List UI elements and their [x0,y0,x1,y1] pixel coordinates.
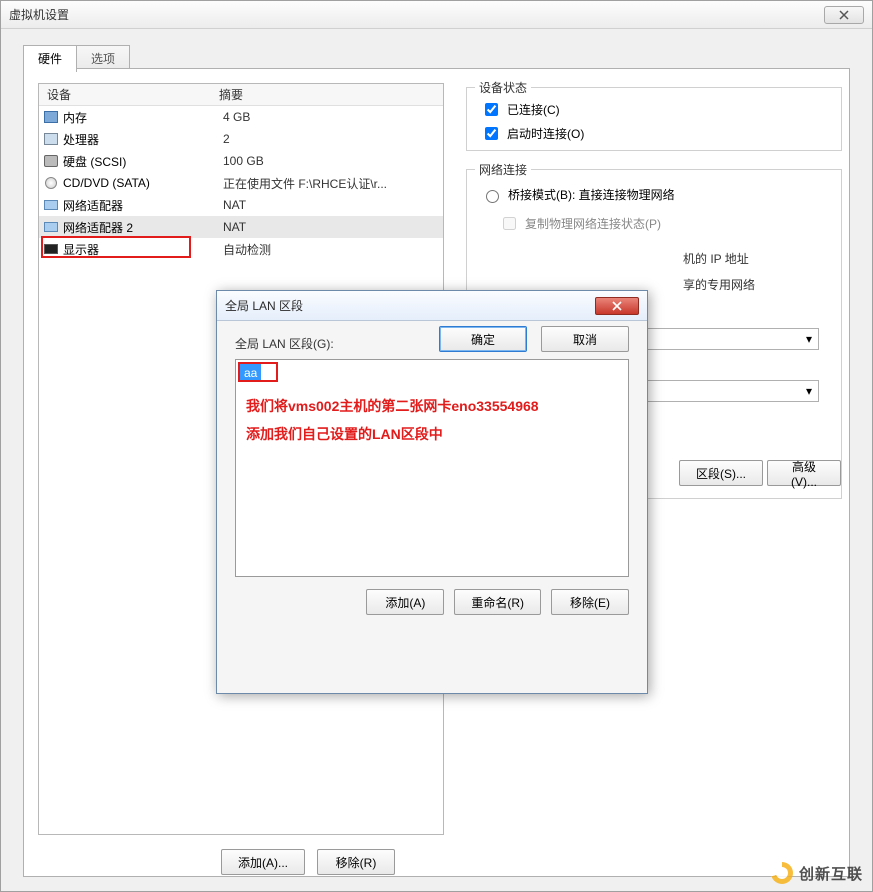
device-summary: NAT [215,220,443,234]
device-label: 网络适配器 2 [63,219,215,236]
device-label: 网络适配器 [63,197,215,214]
group-device-state: 设备状态 已连接(C) 启动时连接(O) [466,87,842,151]
col-device[interactable]: 设备 [39,86,211,103]
advanced-button[interactable]: 高级(V)... [767,460,841,486]
chevron-down-icon: ▾ [806,332,812,346]
checkbox-label: 已连接(C) [507,101,560,118]
device-row-cpu[interactable]: 处理器 2 [39,128,443,150]
checkbox-label: 启动时连接(O) [507,125,584,142]
memory-icon [43,109,59,125]
annotation-text-1: 我们将vms002主机的第二张网卡eno33554968 [246,394,539,419]
add-device-button[interactable]: 添加(A)... [221,849,305,875]
cpu-icon [43,131,59,147]
device-add-remove-row: 添加(A)... 移除(R) [221,849,395,875]
device-row-net1[interactable]: 网络适配器 NAT [39,194,443,216]
network-icon [43,197,59,213]
ok-button[interactable]: 确定 [439,326,527,352]
device-summary: 自动检测 [215,241,443,258]
watermark-logo-icon [771,862,793,884]
dialog-list-actions: 添加(A) 重命名(R) 移除(E) [366,589,629,615]
lan-segment-listbox[interactable]: aa 我们将vms002主机的第二张网卡eno33554968 添加我们自己设置… [235,359,629,577]
radio-label: 桥接模式(B): 直接连接物理网络 [508,186,675,203]
cancel-button[interactable]: 取消 [541,326,629,352]
display-icon [43,241,59,257]
device-label: 硬盘 (SCSI) [63,153,215,170]
dialog-title: 全局 LAN 区段 [225,297,595,314]
checkbox-replicate-input [503,217,516,230]
device-label: CD/DVD (SATA) [63,176,215,190]
device-summary: NAT [215,198,443,212]
radio-bridged-input[interactable] [486,190,499,203]
partial-text-private: 享的专用网络 [683,276,755,293]
legend-network: 网络连接 [475,161,531,178]
device-label: 显示器 [63,241,215,258]
list-item[interactable]: aa [240,364,261,382]
partial-text-ip: 机的 IP 地址 [683,250,749,267]
device-row-cd[interactable]: CD/DVD (SATA) 正在使用文件 F:\RHCE认证\r... [39,172,443,194]
device-label: 内存 [63,109,215,126]
window-close-button[interactable] [824,6,864,24]
radio-bridged[interactable]: 桥接模式(B): 直接连接物理网络 [481,186,675,203]
device-row-memory[interactable]: 内存 4 GB [39,106,443,128]
watermark-text: 创新互联 [799,863,863,884]
device-summary: 2 [215,132,443,146]
watermark: 创新互联 [771,862,863,884]
remove-segment-button[interactable]: 移除(E) [551,589,629,615]
dialog-body: 全局 LAN 区段(G): aa 我们将vms002主机的第二张网卡eno335… [217,321,647,366]
rename-segment-button[interactable]: 重命名(R) [454,589,541,615]
disk-icon [43,153,59,169]
tab-hardware[interactable]: 硬件 [23,45,77,72]
legend-state: 设备状态 [475,79,531,96]
checkbox-connect-poweron[interactable]: 启动时连接(O) [481,124,584,143]
dialog-titlebar: 全局 LAN 区段 [217,291,647,321]
checkbox-connected[interactable]: 已连接(C) [481,100,560,119]
device-row-disk[interactable]: 硬盘 (SCSI) 100 GB [39,150,443,172]
device-summary: 4 GB [215,110,443,124]
checkbox-connect-poweron-input[interactable] [485,127,498,140]
titlebar: 虚拟机设置 [1,1,872,29]
col-summary[interactable]: 摘要 [211,86,443,103]
remove-device-button[interactable]: 移除(R) [317,849,395,875]
lan-segments-button[interactable]: 区段(S)... [679,460,763,486]
close-icon [612,301,622,311]
device-summary: 正在使用文件 F:\RHCE认证\r... [215,175,443,192]
device-list-header: 设备 摘要 [39,84,443,106]
checkbox-label: 复制物理网络连接状态(P) [525,215,661,232]
lan-segments-dialog: 全局 LAN 区段 全局 LAN 区段(G): aa 我们将vms002主机的第… [216,290,648,694]
cd-icon [43,175,59,191]
checkbox-replicate-state[interactable]: 复制物理网络连接状态(P) [499,214,661,233]
chevron-down-icon: ▾ [806,384,812,398]
dialog-close-button[interactable] [595,297,639,315]
device-label: 处理器 [63,131,215,148]
device-row-net2[interactable]: 网络适配器 2 NAT [39,216,443,238]
dialog-ok-cancel: 确定 取消 [439,326,629,352]
device-row-display[interactable]: 显示器 自动检测 [39,238,443,260]
close-icon [839,10,849,20]
device-summary: 100 GB [215,154,443,168]
annotation-text-2: 添加我们自己设置的LAN区段中 [246,422,443,447]
checkbox-connected-input[interactable] [485,103,498,116]
window-title: 虚拟机设置 [9,6,824,23]
network-icon [43,219,59,235]
add-segment-button[interactable]: 添加(A) [366,589,444,615]
